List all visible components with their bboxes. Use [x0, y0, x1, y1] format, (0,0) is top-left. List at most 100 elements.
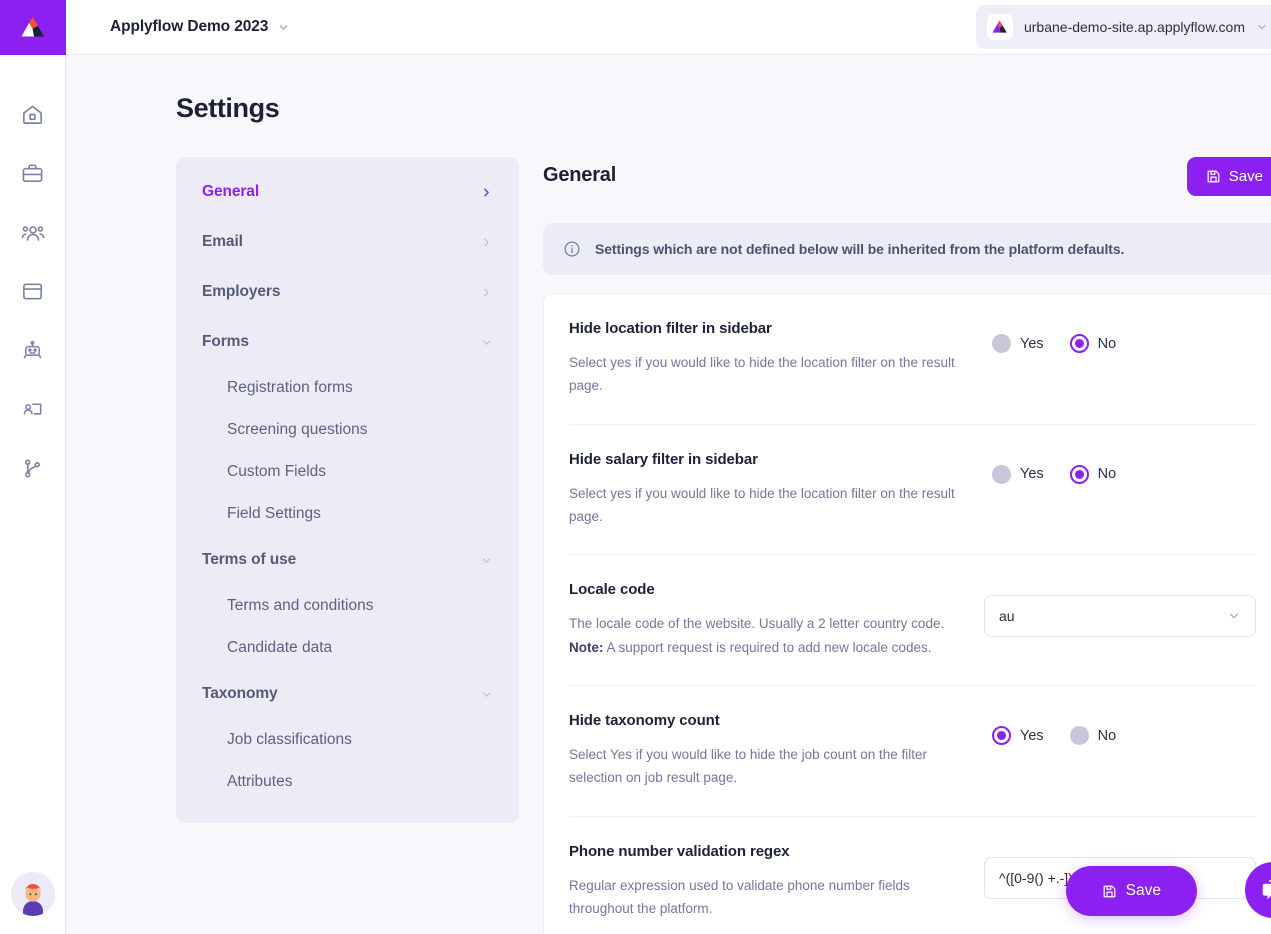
setting-row-hide-taxonomy-count: Hide taxonomy count Select Yes if you wo…	[569, 686, 1256, 817]
page-title: Settings	[176, 93, 280, 123]
radio-dot	[1069, 726, 1089, 746]
radio-option-yes[interactable]: Yes	[992, 334, 1044, 353]
settings-nav-item-employers[interactable]: Employers	[176, 267, 519, 317]
people-icon	[21, 225, 44, 241]
radio-option-no[interactable]: No	[1069, 726, 1116, 746]
sidebar-item-dashboard[interactable]	[10, 85, 56, 144]
radio-dot-selected	[992, 726, 1011, 746]
radio-dot-selected	[1069, 334, 1089, 353]
sidebar-item-workflows[interactable]	[10, 439, 56, 498]
settings-nav-subitem-attributes[interactable]: Attributes	[176, 761, 519, 803]
radio-option-yes[interactable]: Yes	[992, 464, 1044, 484]
radio-label: Yes	[1020, 335, 1044, 352]
applyflow-triangle-logo	[21, 17, 44, 37]
setting-info: Hide location filter in sidebar Select y…	[569, 320, 964, 398]
chevron-down-icon	[480, 688, 493, 701]
domain-selector[interactable]: urbane-demo-site.ap.applyflow.com	[975, 5, 1271, 49]
settings-nav-subitem-custom-fields[interactable]: Custom Fields	[176, 451, 519, 493]
radio-option-no[interactable]: No	[1069, 464, 1116, 484]
setting-label: Hide location filter in sidebar	[569, 320, 772, 337]
notice-text: Settings which are not defined below wil…	[595, 241, 1125, 257]
desc-part-2: A support request is required to add new…	[603, 639, 932, 655]
radio-dot-selected	[1069, 464, 1089, 484]
floating-save-button[interactable]: Save	[1065, 866, 1197, 916]
briefcase-icon	[22, 164, 43, 182]
info-circle-icon	[564, 241, 580, 257]
radio-option-yes[interactable]: Yes	[992, 726, 1044, 746]
setting-info: Hide taxonomy count Select Yes if you wo…	[569, 712, 964, 790]
sidebar-item-jobs[interactable]	[10, 144, 56, 203]
rail-icon-list	[10, 85, 56, 498]
radio-group-hide-taxonomy-count: Yes No	[984, 726, 1116, 746]
setting-label: Hide taxonomy count	[569, 712, 720, 730]
settings-nav-subitem-field-settings[interactable]: Field Settings	[176, 493, 519, 535]
setting-info: Hide salary filter in sidebar Select yes…	[569, 451, 964, 529]
app-logo[interactable]	[0, 0, 66, 55]
nav-label: Employers	[202, 283, 281, 300]
home-icon	[23, 105, 42, 124]
settings-nav-subitem-job-classifications[interactable]: Job classifications	[176, 719, 519, 761]
sidebar-item-pages[interactable]	[10, 262, 56, 321]
settings-panel: General Save Settings which are not defi…	[543, 157, 1271, 934]
chevron-down-icon	[1256, 21, 1268, 33]
chevron-down-icon	[480, 336, 493, 349]
nav-label: Forms	[202, 333, 249, 350]
domain-logo	[986, 14, 1013, 40]
radio-label: No	[1097, 335, 1117, 352]
desc-part-1: The locale code of the website. Usually …	[569, 616, 945, 632]
top-bar: Applyflow Demo 2023 urbane-demo-site.ap.…	[66, 0, 1271, 55]
save-button[interactable]: Save	[1186, 157, 1271, 196]
setting-control: Yes No	[984, 451, 1256, 484]
locale-code-select[interactable]: au	[984, 595, 1256, 638]
desc-note-label: Note:	[569, 639, 604, 655]
settings-nav-item-forms[interactable]: Forms	[176, 317, 519, 367]
content-scroll: Settings General Email Employers Forms R…	[66, 55, 1271, 934]
settings-nav-subitem-terms-and-conditions[interactable]: Terms and conditions	[176, 585, 519, 627]
workspace-selector[interactable]: Applyflow Demo 2023	[110, 18, 290, 36]
app-root: Applyflow Demo 2023 urbane-demo-site.ap.…	[0, 0, 1271, 934]
settings-nav-item-taxonomy[interactable]: Taxonomy	[176, 669, 519, 719]
setting-label: Locale code	[569, 581, 655, 599]
radio-label: Yes	[1020, 727, 1044, 744]
chevron-right-icon	[480, 186, 493, 199]
setting-info: Locale code The locale code of the websi…	[569, 581, 964, 659]
settings-nav-subitem-candidate-data[interactable]: Candidate data	[176, 627, 519, 669]
avatar[interactable]	[11, 872, 55, 916]
radio-label: Yes	[1020, 466, 1044, 483]
settings-nav-item-terms-of-use[interactable]: Terms of use	[176, 535, 519, 585]
nav-label: Email	[202, 233, 243, 250]
radio-group-hide-location-filter: Yes No	[984, 334, 1116, 353]
radio-dot	[992, 334, 1011, 353]
settings-nav-item-general[interactable]: General	[176, 167, 519, 217]
chat-bubbles-icon	[1262, 879, 1271, 899]
sidebar-item-automation[interactable]	[10, 321, 56, 380]
floppy-disk-icon	[1207, 170, 1220, 183]
chevron-down-icon	[480, 554, 493, 567]
radio-option-no[interactable]: No	[1069, 334, 1117, 353]
nav-label: General	[202, 183, 260, 200]
chevron-down-icon	[277, 21, 290, 34]
settings-nav-subitem-screening-questions[interactable]: Screening questions	[176, 409, 519, 451]
panel-title: General	[543, 164, 617, 186]
setting-row-hide-location-filter: Hide location filter in sidebar Select y…	[569, 294, 1256, 425]
panel-header: General Save	[543, 157, 1271, 196]
settings-nav-subitem-registration-forms[interactable]: Registration forms	[176, 367, 519, 409]
setting-description: Select yes if you would like to hide the…	[569, 355, 955, 394]
save-button-label: Save	[1228, 168, 1263, 185]
applyflow-triangle-logo	[993, 20, 1008, 33]
setting-description: Regular expression used to validate phon…	[569, 877, 910, 917]
settings-nav: General Email Employers Forms Registrati…	[176, 157, 519, 823]
workspace-name: Applyflow Demo 2023	[110, 18, 269, 35]
nav-label: Taxonomy	[202, 685, 278, 702]
sidebar-item-candidates[interactable]	[10, 203, 56, 262]
nav-label: Terms of use	[202, 551, 297, 568]
settings-nav-item-email[interactable]: Email	[176, 217, 519, 267]
chevron-right-icon	[480, 236, 493, 249]
sidebar-item-contacts[interactable]	[10, 380, 56, 439]
settings-layout: General Email Employers Forms Registrati…	[110, 157, 1271, 934]
setting-label: Phone number validation regex	[569, 842, 790, 860]
user-avatar	[11, 872, 55, 916]
setting-description: Select yes if you would like to hide the…	[569, 485, 955, 525]
radio-group-hide-salary-filter: Yes No	[984, 464, 1116, 484]
locale-code-value: au	[999, 608, 1015, 625]
